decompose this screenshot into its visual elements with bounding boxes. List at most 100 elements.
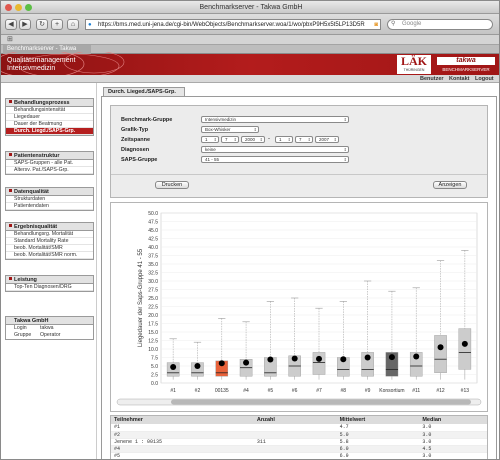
zoom-window-button[interactable]	[25, 4, 32, 11]
sidebar-item-strukturdaten[interactable]: Strukturdaten	[6, 196, 93, 203]
sidebar-item-durch-liegd-saps[interactable]: Durch. Liegd./SAPS-Grp.	[6, 128, 93, 135]
forward-button[interactable]: ▶	[19, 19, 31, 30]
zeit-from-month-select[interactable]: 7 ⇕	[221, 136, 239, 143]
y-tick-label: 50.0	[148, 211, 158, 217]
header-banner: Qualitätsmanagement Intensivmedizin LÄK …	[1, 52, 499, 78]
sidebar-item-standard-mortality-rate[interactable]: Standard Mortality Rate	[6, 238, 93, 245]
window-titlebar: Benchmarkserver - Takwa GmbH	[1, 1, 499, 14]
cell-mittelwert: 6.9	[336, 452, 420, 459]
url-text: https://bms.med.uni-jena.de/cgi-bin/WebO…	[98, 22, 365, 28]
grafik-value: Box-Whisker	[205, 127, 231, 132]
url-field[interactable]: ● https://bms.med.uni-jena.de/cgi-bin/We…	[85, 19, 381, 30]
gruppe-row: Gruppe Operator	[6, 332, 93, 339]
home-button[interactable]: ⌂	[67, 19, 79, 30]
sidebar-item-top-ten[interactable]: Top-Ten Diagnosen/DRG	[6, 284, 93, 291]
bookmarks-icon[interactable]: ⊞	[7, 35, 13, 45]
sidebar-section-header: Patientenstruktur	[6, 152, 93, 160]
diagnosen-value: keine	[205, 147, 216, 152]
app-title-line2: Intensivmedizin	[7, 64, 56, 72]
zeit-from-year-select[interactable]: 2000 ⇕	[241, 136, 265, 143]
mean-marker	[437, 344, 444, 351]
box	[312, 352, 326, 375]
select-arrows-icon: ⇕	[333, 137, 337, 142]
zeit-from-day: 1	[205, 137, 208, 142]
y-tick-label: 30.0	[148, 279, 158, 285]
col-mittelwert: Mittelwert	[336, 416, 420, 424]
drucken-button[interactable]: Drucken	[155, 181, 189, 189]
sidebar-section-behandlungsprozess: Behandlungsprozess Behandlungsintensität…	[5, 98, 94, 136]
company-title: Takwa GmbH	[6, 317, 93, 325]
mean-marker	[316, 355, 322, 362]
sidebar-item-dauer-beatmung[interactable]: Dauer der Beatmung	[6, 121, 93, 128]
y-tick-label: 2.5	[151, 372, 158, 378]
y-tick-label: 32.5	[148, 270, 158, 276]
table-row: #4 6.0 4.5	[111, 445, 487, 453]
boxplot-chart: 0.0 2.5 5.0 7.5 10.0 12.5 15.0 17.5 20.0 22.5 25.0…	[116, 211, 482, 406]
benchmark-select[interactable]: Intensivmedizin ⇕	[201, 116, 349, 123]
sidebar-item-behandlungsrg-mortalitaet[interactable]: Behandlungsrg. Mortalität	[6, 231, 93, 238]
cell-anzahl	[253, 452, 337, 459]
select-arrows-icon: ⇕	[343, 117, 347, 122]
y-tick-label: 37.5	[148, 253, 158, 259]
y-tick-label: 42.5	[148, 236, 158, 242]
laek-logo-text: LÄK	[400, 54, 427, 68]
diagnosen-select[interactable]: keine ⇕	[201, 146, 349, 153]
back-arrow-icon: ◀	[8, 21, 14, 28]
zeit-to-month: 7	[299, 137, 302, 142]
mean-marker	[194, 363, 201, 369]
browser-window: Benchmarkserver - Takwa GmbH ◀ ▶ ↻ + ⌂ ●…	[0, 0, 500, 460]
search-icon: ⚲	[391, 21, 396, 27]
close-window-button[interactable]	[5, 4, 12, 11]
sidebar-item-beob-mortalitaet-smr-norm[interactable]: beob. Mortalität/SMR norm.	[6, 252, 93, 259]
zeit-to-day-select[interactable]: 1 ⇕	[275, 136, 293, 143]
x-tick-label: #9	[365, 388, 371, 394]
add-bookmark-button[interactable]: +	[51, 19, 63, 30]
search-field[interactable]: ⚲ Google	[387, 19, 493, 30]
sidebar-section-patientenstruktur: Patientenstruktur SAPS-Gruppen - alle Pa…	[5, 151, 94, 175]
zeit-to-month-select[interactable]: 7 ⇕	[295, 136, 313, 143]
x-tick-label: #2	[195, 388, 201, 394]
sidebar-item-patientendaten[interactable]: Patientendaten	[6, 203, 93, 210]
select-arrows-icon: ⇕	[343, 147, 347, 152]
back-button[interactable]: ◀	[5, 19, 17, 30]
mean-marker	[364, 354, 371, 361]
col-anzahl: Anzahl	[253, 416, 337, 424]
y-tick-label: 17.5	[148, 321, 158, 327]
reload-button[interactable]: ↻	[36, 19, 48, 30]
x-tick-label: #5	[268, 388, 274, 394]
zeit-to-year-select[interactable]: 2007 ⇕	[315, 136, 339, 143]
grafik-select[interactable]: Box-Whisker ⇕	[201, 126, 259, 133]
y-axis-label: Liegedauer der Saps-Gruppe 41 - 55	[138, 248, 144, 347]
nav-benutzer[interactable]: Benutzer	[420, 75, 444, 83]
search-placeholder: Google	[402, 21, 422, 27]
sidebar-item-behandlungsintensitaet[interactable]: Behandlungsintensität	[6, 107, 93, 114]
scrollbar-thumb[interactable]	[171, 399, 471, 405]
saps-select[interactable]: 41 - 55 ⇕	[201, 156, 349, 163]
sidebar-item-saps-gruppen[interactable]: SAPS-Gruppen - alle Pat.	[6, 160, 93, 167]
nav-logout[interactable]: Logout	[475, 75, 494, 83]
anzeigen-button[interactable]: Anzeigen	[433, 181, 467, 189]
cell-median: 3.0	[419, 452, 487, 459]
bookmarks-bar: ⊞	[1, 35, 499, 45]
sidebar: Behandlungsprozess Behandlungsintensität…	[1, 83, 97, 459]
sidebar-section-header: Datenqualität	[6, 188, 93, 196]
cell-anzahl: 311	[253, 438, 337, 446]
benchmark-value: Intensivmedizin	[205, 117, 237, 122]
minimize-window-button[interactable]	[15, 4, 22, 11]
select-arrows-icon: ⇕	[287, 137, 291, 142]
rss-icon[interactable]: ◙	[374, 20, 378, 29]
select-arrows-icon: ⇕	[343, 157, 347, 162]
sidebar-item-altersv[interactable]: Altersv. Pat./SAPS-Grp.	[6, 167, 93, 174]
select-arrows-icon: ⇕	[253, 127, 257, 132]
box	[434, 335, 447, 373]
select-arrows-icon: ⇕	[307, 137, 311, 142]
col-teilnehmer: Teilnehmer	[111, 416, 254, 424]
box	[458, 328, 472, 370]
sidebar-item-beob-mortalitaet-smr[interactable]: beob. Mortalität/SMR	[6, 245, 93, 252]
nav-kontakt[interactable]: Kontakt	[449, 75, 469, 83]
sidebar-item-liegedauer[interactable]: Liegedauer	[6, 114, 93, 121]
x-tick-label: #12	[436, 388, 445, 394]
cell-median: 3.0	[419, 438, 487, 446]
app-title-line1: Qualitätsmanagement	[7, 57, 76, 64]
zeit-from-day-select[interactable]: 1 ⇕	[201, 136, 219, 143]
